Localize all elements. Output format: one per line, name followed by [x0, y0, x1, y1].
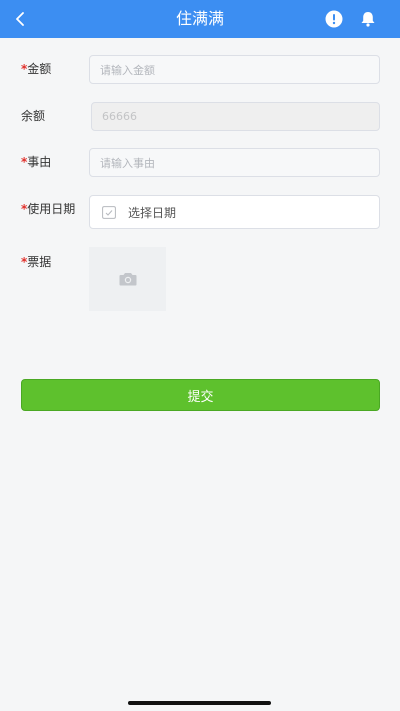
balance-label: 余额: [21, 109, 46, 123]
notification-button[interactable]: [359, 10, 377, 28]
amount-label: *金额: [21, 62, 52, 76]
app-header: 住满满: [0, 0, 400, 38]
reason-input[interactable]: 请输入事由: [89, 148, 380, 177]
submit-button[interactable]: 提交: [21, 379, 380, 411]
exclamation-circle-icon: [325, 10, 343, 28]
calendar-icon: [102, 205, 116, 219]
alert-button[interactable]: [325, 10, 343, 28]
bell-icon: [361, 12, 375, 27]
receipt-upload-button[interactable]: [89, 247, 166, 311]
date-label: *使用日期: [21, 202, 76, 216]
home-indicator: [128, 701, 271, 705]
reason-label: *事由: [21, 155, 52, 169]
receipt-label: *票据: [21, 255, 52, 269]
camera-icon: [119, 273, 136, 286]
balance-field: 66666: [91, 102, 380, 131]
amount-input[interactable]: 请输入金额: [89, 55, 380, 84]
date-picker[interactable]: 选择日期: [89, 195, 380, 229]
